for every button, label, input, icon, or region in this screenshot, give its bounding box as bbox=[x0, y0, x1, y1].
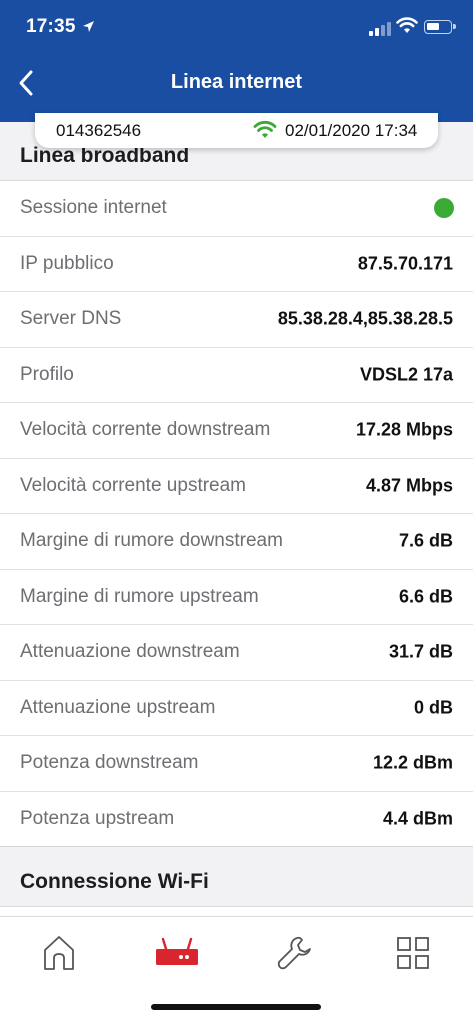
row-value: 87.5.70.171 bbox=[357, 253, 453, 274]
location-arrow-icon bbox=[83, 21, 94, 32]
wrench-icon bbox=[277, 936, 311, 970]
wifi-status-icon bbox=[396, 17, 418, 33]
row-attenuazione-downstream: Attenuazione downstream 31.7 dB bbox=[0, 625, 473, 681]
tab-more[interactable] bbox=[383, 931, 443, 975]
row-value: 4.4 dBm bbox=[382, 808, 453, 829]
row-server-dns: Server DNS 85.38.28.4,85.38.28.5 bbox=[0, 292, 473, 348]
row-value: 7.6 dB bbox=[398, 530, 453, 551]
wifi-connected-icon bbox=[253, 120, 277, 138]
row-label: Potenza downstream bbox=[20, 752, 199, 774]
line-id: 014362546 bbox=[56, 121, 142, 140]
row-margine-downstream: Margine di rumore downstream 7.6 dB bbox=[0, 514, 473, 570]
row-value: 17.28 Mbps bbox=[355, 419, 453, 440]
tab-home[interactable] bbox=[29, 931, 89, 975]
line-info-card: 014362546 02/01/2020 17:34 bbox=[35, 113, 438, 148]
row-value: 12.2 dBm bbox=[372, 752, 453, 773]
row-label: IP pubblico bbox=[20, 252, 114, 274]
row-label: Server DNS bbox=[20, 308, 122, 330]
row-velocita-upstream: Velocità corrente upstream 4.87 Mbps bbox=[0, 459, 473, 514]
row-label: Potenza upstream bbox=[20, 807, 175, 829]
home-icon bbox=[44, 936, 74, 970]
router-icon bbox=[156, 937, 198, 965]
tab-tools[interactable] bbox=[264, 931, 324, 975]
row-profilo: Profilo VDSL2 17a bbox=[0, 348, 473, 403]
row-label: Margine di rumore downstream bbox=[20, 530, 283, 552]
row-potenza-upstream: Potenza upstream 4.4 dBm bbox=[0, 792, 473, 847]
page-title: Linea internet bbox=[170, 71, 303, 93]
battery-icon bbox=[424, 20, 456, 34]
status-dot-icon bbox=[434, 198, 454, 219]
row-label: Sessione internet bbox=[20, 197, 167, 219]
row-label: Margine di rumore upstream bbox=[20, 585, 259, 607]
tab-router[interactable] bbox=[147, 931, 207, 975]
section-header-wifi: Connessione Wi-Fi bbox=[0, 847, 473, 907]
row-value: 0 dB bbox=[413, 697, 453, 718]
row-value: VDSL2 17a bbox=[359, 364, 453, 385]
row-velocita-downstream: Velocità corrente downstream 17.28 Mbps bbox=[0, 403, 473, 459]
row-value: 31.7 dB bbox=[388, 641, 453, 662]
app-header: 17:35 Linea internet bbox=[0, 0, 473, 122]
row-value: 6.6 dB bbox=[398, 586, 453, 607]
cellular-signal-icon bbox=[369, 20, 393, 36]
row-sessione-internet: Sessione internet bbox=[0, 181, 473, 237]
row-value: 4.87 Mbps bbox=[365, 475, 453, 496]
status-bar: 17:35 bbox=[0, 0, 473, 58]
grid-icon bbox=[397, 937, 429, 969]
last-update-timestamp: 02/01/2020 17:34 bbox=[285, 121, 418, 140]
row-ip-pubblico: IP pubblico 87.5.70.171 bbox=[0, 237, 473, 292]
row-attenuazione-upstream: Attenuazione upstream 0 dB bbox=[0, 681, 473, 736]
row-margine-upstream: Margine di rumore upstream 6.6 dB bbox=[0, 570, 473, 625]
main-content[interactable]: Linea broadband Sessione internet IP pub… bbox=[0, 122, 473, 916]
row-label: Attenuazione upstream bbox=[20, 696, 216, 718]
status-time: 17:35 bbox=[26, 16, 76, 37]
home-indicator[interactable] bbox=[151, 1004, 321, 1010]
row-label: Profilo bbox=[20, 363, 74, 385]
row-label: Velocità corrente upstream bbox=[20, 474, 247, 496]
row-potenza-downstream: Potenza downstream 12.2 dBm bbox=[0, 736, 473, 792]
row-label: Attenuazione downstream bbox=[20, 641, 240, 663]
row-value: 85.38.28.4,85.38.28.5 bbox=[277, 308, 453, 329]
section-title: Connessione Wi-Fi bbox=[20, 870, 209, 893]
row-label: Velocità corrente downstream bbox=[20, 419, 271, 441]
